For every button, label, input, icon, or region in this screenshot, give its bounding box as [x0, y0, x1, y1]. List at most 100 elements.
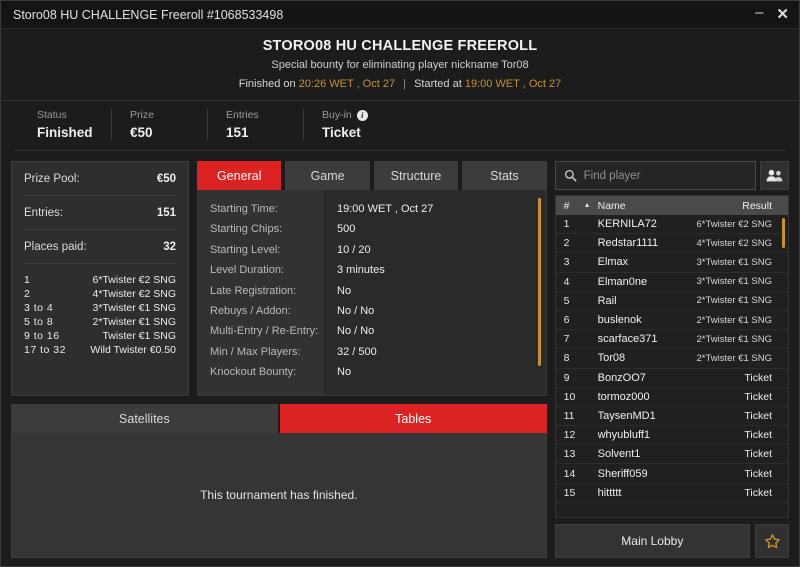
player-name: whyubluff1	[597, 429, 650, 442]
player-row[interactable]: 14 Sheriff059 Ticket	[555, 464, 788, 484]
prize-summary-row: Places paid: 32	[24, 230, 176, 264]
prize-summary-value: 32	[163, 241, 176, 253]
player-result: Ticket	[744, 486, 772, 499]
column-header-name[interactable]: Name	[598, 200, 743, 212]
player-name: Elman0ne	[597, 275, 648, 288]
detail-value-column: 19:00 WET , Oct 27 500 10 / 20 3 minutes No N…	[323, 190, 546, 395]
player-rank: 6	[563, 314, 570, 327]
prize-summary-row: Prize Pool: €50	[24, 162, 176, 196]
player-result: Ticket	[744, 448, 772, 461]
detail-label: Late Registration:	[210, 284, 297, 297]
player-list-panel: # ▲ Name Result 1 KERNILA72 6*Twister €2 S…	[554, 195, 789, 518]
player-row[interactable]: 5 Rail 2*Twister €1 SNG	[555, 292, 788, 311]
subtab-tables[interactable]: Tables	[279, 404, 547, 433]
player-result: 6*Twister €2 SNG	[696, 218, 773, 230]
payout-row: 5 to 8 2*Twister €1 SNG	[24, 315, 176, 329]
status-label-text: Buy-in	[322, 109, 352, 121]
column-header-result[interactable]: Result	[742, 200, 782, 212]
tab-game[interactable]: Game	[285, 161, 370, 190]
subtab-satellites[interactable]: Satellites	[11, 404, 278, 433]
player-row[interactable]: 9 BonzOO7 Ticket	[555, 369, 788, 388]
player-rank: 13	[563, 448, 576, 461]
player-result: Ticket	[744, 467, 772, 480]
payout-place: 17 to 32	[24, 344, 66, 356]
player-row[interactable]: 7 scarface371 2*Twister €1 SNG	[555, 330, 788, 350]
player-name: Tor08	[597, 352, 626, 365]
prize-summary-label: Places paid:	[24, 241, 87, 253]
player-row[interactable]: 8 Tor08 2*Twister €1 SNG	[555, 349, 788, 369]
player-name: BonzOO7	[597, 371, 646, 384]
main-lobby-button[interactable]: Main Lobby	[554, 524, 750, 558]
status-label: Status	[37, 109, 93, 121]
player-row[interactable]: 12 whyubluff1 Ticket	[555, 426, 788, 446]
detail-value: No / No	[337, 325, 375, 338]
status-cell-entries: Entries 151	[207, 109, 303, 140]
detail-value: 19:00 WET , Oct 27	[337, 203, 434, 215]
general-scrollbar[interactable]	[537, 198, 541, 387]
player-name: Solvent1	[597, 448, 641, 461]
payout-row: 3 to 4 3*Twister €1 SNG	[24, 301, 176, 315]
player-rank: 8	[563, 352, 570, 365]
tab-structure[interactable]: Structure	[373, 161, 459, 190]
right-column: # ▲ Name Result 1 KERNILA72 6*Twister €2 S…	[554, 161, 789, 558]
players-filter-button[interactable]	[760, 161, 789, 190]
tables-content-panel: This tournament has finished.	[11, 433, 547, 558]
sort-ascending-icon[interactable]: ▲	[584, 202, 598, 209]
player-rank: 3	[563, 256, 570, 269]
info-icon[interactable]: i	[356, 109, 368, 121]
tab-stats[interactable]: Stats	[462, 161, 547, 190]
player-row[interactable]: 1 KERNILA72 6*Twister €2 SNG	[555, 215, 788, 235]
player-row[interactable]: 10 tormoz000 Ticket	[555, 388, 788, 407]
search-box[interactable]	[554, 161, 756, 190]
detail-label: Starting Chips:	[210, 223, 283, 236]
payout-prize: 4*Twister €2 SNG	[92, 288, 176, 300]
payout-prize: 2*Twister €1 SNG	[92, 316, 176, 328]
window-controls: – ✕	[755, 5, 789, 22]
finished-time: 20:26 WET , Oct 27	[298, 78, 396, 90]
column-header-num[interactable]: #	[564, 200, 584, 212]
status-cell-status: Status Finished	[15, 109, 111, 140]
time-separator: |	[403, 78, 407, 90]
player-list-rows: 1 KERNILA72 6*Twister €2 SNG 2 Redstar1111 4*…	[555, 215, 788, 517]
player-rank: 12	[563, 429, 576, 442]
player-name: KERNILA72	[597, 218, 657, 231]
sub-tab-bar: Satellites Tables	[11, 404, 547, 433]
tables-section: Satellites Tables This tournament has fin…	[11, 404, 547, 558]
player-row[interactable]: 15 hittttt Ticket	[555, 484, 788, 503]
payout-place: 2	[24, 288, 31, 300]
player-rank: 14	[563, 467, 576, 480]
detail-label: Rebuys / Addon:	[210, 304, 291, 317]
player-name: Redstar1111	[597, 237, 659, 250]
status-value: Finished	[37, 125, 93, 140]
general-scrollbar-thumb[interactable]	[537, 198, 541, 366]
window-title: Storo08 HU CHALLENGE Freeroll #106853349…	[13, 7, 284, 22]
prize-summary-value: 151	[156, 207, 176, 219]
player-row[interactable]: 2 Redstar1111 4*Twister €2 SNG	[555, 234, 788, 254]
favorite-button[interactable]	[755, 524, 789, 558]
star-icon	[764, 533, 780, 548]
prize-summary-rows: Prize Pool: €50 Entries: 151 Places paid: 32	[24, 162, 176, 264]
player-name: Elmax	[597, 256, 629, 269]
player-list-scrollbar-thumb[interactable]	[782, 218, 785, 248]
player-list-header: # ▲ Name Result	[555, 196, 788, 215]
player-row[interactable]: 3 Elmax 3*Twister €1 SNG	[555, 253, 788, 273]
payout-place: 1	[24, 274, 31, 286]
player-row[interactable]: 6 buslenok 2*Twister €1 SNG	[555, 311, 788, 331]
tab-general[interactable]: General	[197, 161, 282, 190]
search-input[interactable]	[583, 169, 747, 182]
detail-value: 3 minutes	[337, 264, 385, 277]
player-name: Rail	[597, 294, 617, 307]
detail-label: Min / Max Players:	[210, 345, 301, 358]
player-row[interactable]: 11 TaysenMD1 Ticket	[555, 407, 788, 427]
payout-prize: Wild Twister €0.50	[90, 344, 176, 356]
player-list-scrollbar[interactable]	[782, 218, 785, 503]
payout-place: 9 to 16	[24, 330, 60, 342]
lobby-body: Prize Pool: €50 Entries: 151 Places paid: 32 …	[1, 151, 799, 566]
player-row[interactable]: 4 Elman0ne 3*Twister €1 SNG	[555, 273, 788, 292]
player-row[interactable]: 13 Solvent1 Ticket	[555, 445, 788, 465]
status-cell-prize: Prize €50	[111, 109, 207, 140]
info-tabs-panel: General Game Structure Stats Starting Time:…	[197, 161, 547, 396]
close-icon[interactable]: ✕	[776, 7, 789, 22]
prize-summary-value: €50	[156, 173, 176, 185]
minimize-icon[interactable]: –	[755, 5, 763, 20]
